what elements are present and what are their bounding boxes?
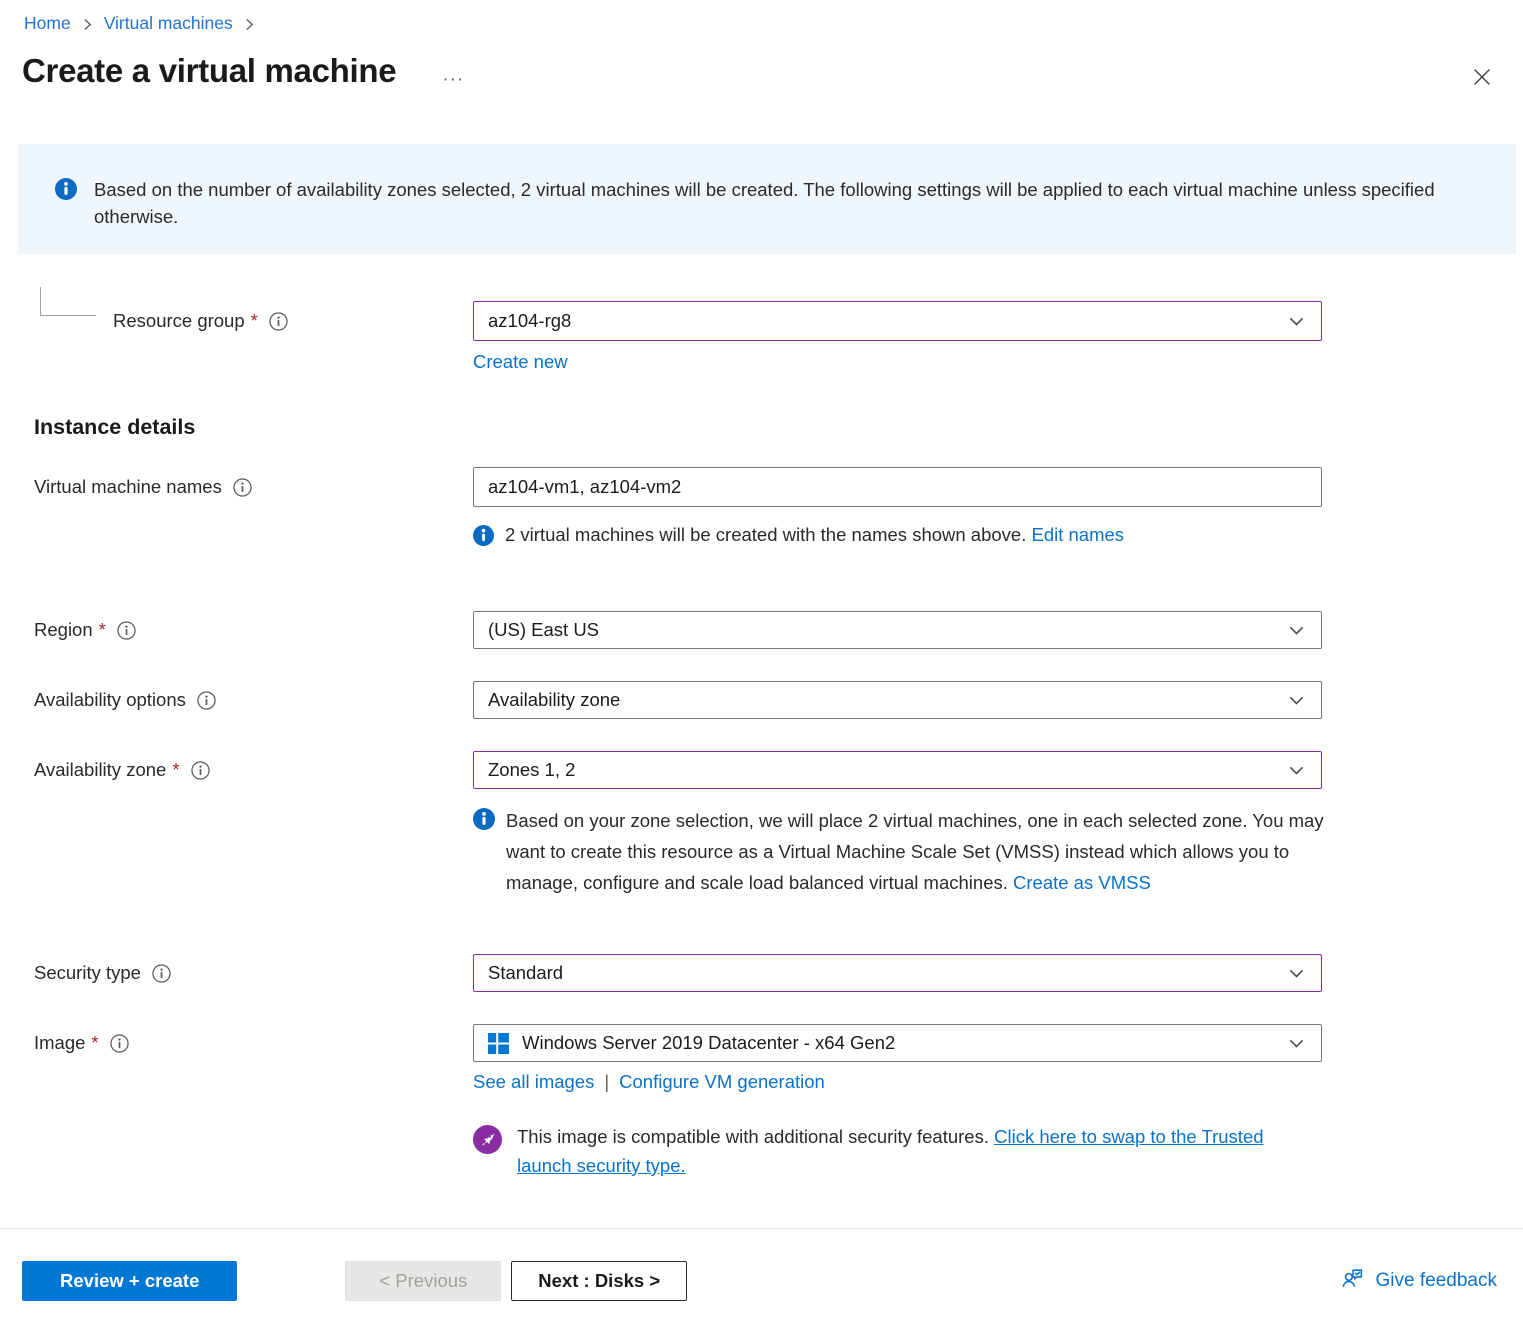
blade-header: Create a virtual machine ··· (0, 34, 1523, 95)
availability-zone-label: Availability zone * (34, 759, 473, 781)
edit-names-link[interactable]: Edit names (1032, 524, 1125, 545)
close-button[interactable] (1467, 62, 1497, 95)
info-icon (473, 808, 494, 829)
create-as-vmss-link[interactable]: Create as VMSS (1013, 872, 1151, 893)
info-banner: Based on the number of availability zone… (18, 144, 1516, 254)
region-dropdown[interactable]: (US) East US (473, 611, 1322, 649)
required-asterisk: * (251, 310, 258, 332)
required-asterisk: * (99, 619, 106, 641)
info-tooltip-icon[interactable] (152, 964, 171, 983)
chevron-down-icon (1288, 313, 1305, 330)
vm-names-input[interactable]: az104-vm1, az104-vm2 (473, 467, 1322, 507)
breadcrumb-home[interactable]: Home (24, 13, 71, 34)
security-type-row: Security type Standard (34, 954, 1523, 992)
availability-zone-note: Based on your zone selection, we will pl… (473, 805, 1523, 898)
previous-button[interactable]: < Previous (345, 1261, 501, 1301)
close-icon (1471, 76, 1493, 91)
security-type-label: Security type (34, 962, 473, 984)
windows-logo-icon (488, 1033, 509, 1054)
breadcrumb: Home Virtual machines (0, 0, 1523, 34)
region-row: Region * (US) East US (34, 611, 1523, 649)
vm-names-label: Virtual machine names (34, 476, 473, 498)
resource-group-row: Resource group * az104-rg8 (34, 301, 1523, 341)
availability-options-row: Availability options Availability zone (34, 681, 1523, 719)
create-vm-blade: Home Virtual machines Create a virtual m… (0, 0, 1523, 1320)
availability-zone-row: Availability zone * Zones 1, 2 (34, 751, 1523, 789)
more-options-button[interactable]: ··· (442, 70, 464, 89)
info-tooltip-icon[interactable] (110, 1034, 129, 1053)
see-all-images-link[interactable]: See all images (473, 1071, 594, 1093)
next-disks-button[interactable]: Next : Disks > (511, 1261, 687, 1301)
image-label: Image * (34, 1032, 473, 1054)
vm-names-note: 2 virtual machines will be created with … (473, 522, 1523, 547)
create-new-resource-group-link[interactable]: Create new (473, 351, 568, 372)
image-row: Image * Windows Server 2019 Datacenter -… (34, 1024, 1523, 1062)
info-banner-text: Based on the number of availability zone… (94, 176, 1466, 230)
required-asterisk: * (91, 1032, 98, 1054)
basics-form: Resource group * az104-rg8 Create new In… (0, 301, 1523, 1180)
info-tooltip-icon[interactable] (191, 761, 210, 780)
info-icon (55, 178, 77, 200)
rocket-icon (473, 1125, 502, 1154)
security-type-dropdown[interactable]: Standard (473, 954, 1322, 992)
breadcrumb-virtual-machines[interactable]: Virtual machines (104, 13, 233, 34)
availability-options-label: Availability options (34, 689, 473, 711)
review-create-button[interactable]: Review + create (22, 1261, 237, 1301)
resource-group-dropdown[interactable]: az104-rg8 (473, 301, 1322, 341)
chevron-down-icon (1288, 762, 1305, 779)
info-tooltip-icon[interactable] (117, 621, 136, 640)
image-links: See all images | Configure VM generation (473, 1071, 1523, 1093)
chevron-down-icon (1288, 1035, 1305, 1052)
chevron-right-icon (244, 17, 255, 32)
give-feedback-link[interactable]: Give feedback (1340, 1266, 1497, 1297)
chevron-down-icon (1288, 622, 1305, 639)
configure-vm-generation-link[interactable]: Configure VM generation (619, 1071, 825, 1093)
chevron-down-icon (1288, 692, 1305, 709)
instance-details-heading: Instance details (34, 415, 1523, 440)
resource-group-label: Resource group * (34, 310, 473, 332)
chevron-down-icon (1288, 965, 1305, 982)
region-label: Region * (34, 619, 473, 641)
availability-options-dropdown[interactable]: Availability zone (473, 681, 1322, 719)
availability-zone-dropdown[interactable]: Zones 1, 2 (473, 751, 1322, 789)
info-tooltip-icon[interactable] (197, 691, 216, 710)
footer-divider (0, 1228, 1523, 1229)
image-dropdown[interactable]: Windows Server 2019 Datacenter - x64 Gen… (473, 1024, 1322, 1062)
page-title: Create a virtual machine (22, 52, 396, 90)
vm-names-row: Virtual machine names az104-vm1, az104-v… (34, 467, 1523, 507)
chevron-right-icon (82, 17, 93, 32)
footer-bar: Review + create < Previous Next : Disks … (22, 1261, 1497, 1301)
required-asterisk: * (172, 759, 179, 781)
tree-connector (40, 287, 96, 316)
feedback-icon (1340, 1266, 1365, 1297)
info-icon (473, 525, 494, 546)
info-tooltip-icon[interactable] (269, 312, 288, 331)
image-security-note: This image is compatible with additional… (473, 1123, 1523, 1180)
link-separator: | (604, 1071, 609, 1093)
info-tooltip-icon[interactable] (233, 478, 252, 497)
